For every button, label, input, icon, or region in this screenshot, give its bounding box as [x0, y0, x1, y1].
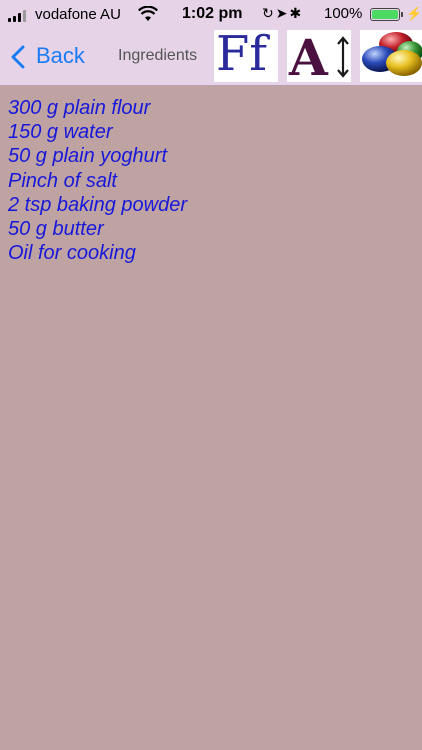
ingredients-list: 300 g plain flour 150 g water 50 g plain… — [0, 86, 422, 275]
color-balls-icon — [362, 32, 422, 76]
color-button[interactable] — [360, 30, 422, 82]
page-title: Ingredients — [118, 47, 198, 64]
wifi-icon — [138, 6, 158, 21]
status-indicator-icons: ↻➤✱ — [262, 5, 303, 22]
signal-strength-icon — [8, 8, 32, 22]
location-icon: ➤ — [275, 5, 290, 21]
list-item: 300 g plain flour — [8, 97, 151, 119]
font-style-icon: Ff — [216, 30, 268, 82]
resize-arrow-icon — [337, 36, 349, 78]
navigation-bar: Back Ingredients Ff A — [0, 30, 422, 86]
font-size-button[interactable]: A — [287, 30, 351, 82]
list-item: 2 tsp baking powder — [8, 193, 188, 216]
list-item: 150 g water — [8, 121, 113, 144]
clock: 1:02 pm — [182, 5, 243, 22]
rotation-lock-icon: ↻ — [262, 5, 276, 21]
chevron-left-icon — [11, 45, 25, 69]
bluetooth-icon: ✱ — [289, 5, 304, 21]
font-style-button[interactable]: Ff — [214, 30, 278, 82]
carrier-name: vodafone AU — [35, 6, 121, 23]
status-bar: vodafone AU 1:02 pm ↻➤✱ 100% ⚡ — [0, 0, 422, 30]
back-button-label: Back — [36, 43, 85, 68]
font-size-icon: A — [289, 30, 328, 82]
list-item: Oil for cooking — [8, 242, 136, 265]
battery-icon — [370, 8, 403, 21]
list-item: Pinch of salt — [8, 169, 117, 192]
list-item: 50 g butter — [8, 218, 104, 241]
charging-icon: ⚡ — [406, 6, 422, 21]
list-item: 50 g plain yoghurt — [8, 145, 168, 168]
battery-percentage: 100% — [324, 5, 363, 22]
